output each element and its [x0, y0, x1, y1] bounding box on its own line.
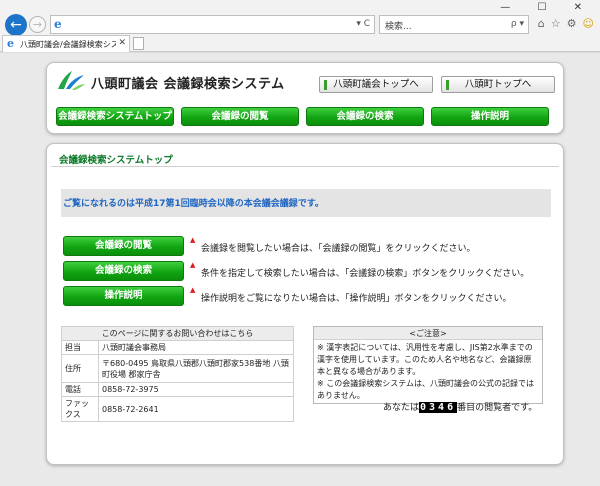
- table-row: 住所 〒680-0495 鳥取県八頭郡八頭町郡家538番地 八頭町役場 郡家庁舎: [61, 354, 294, 383]
- notice-text: ご覧になれるのは平成17第1回臨時会以降の本会議会議録です。: [63, 199, 324, 209]
- contact-heading: このページに関するお問い合わせはこちら: [61, 326, 294, 341]
- town-top-link[interactable]: 八頭町トップへ: [441, 76, 555, 93]
- view-minutes-button[interactable]: 会議録の閲覧: [63, 236, 184, 256]
- view-minutes-description: 会議録を閲覧したい場合は、「会議録の閲覧」をクリックください。: [201, 244, 476, 254]
- browser-chrome: ← → e ▾ C 検索... ρ ▾ — ☐ ✕ ⌂ ☆ ⚙ ☺ e 八頭町議会/会…: [0, 0, 600, 52]
- contact-label: 担当: [61, 340, 99, 355]
- visitor-counter: 0346: [419, 402, 458, 413]
- search-input[interactable]: 検索... ρ ▾: [379, 15, 529, 34]
- address-bar[interactable]: e ▾ C: [50, 15, 375, 34]
- caution-body: ※ 漢字表記については、汎用性を考慮し、JIS第2水準までの漢字を使用しています…: [314, 340, 542, 404]
- contact-value: 八頭町議会事務局: [98, 340, 294, 355]
- search-placeholder: 検索...: [385, 22, 412, 32]
- contact-table: このページに関するお問い合わせはこちら 担当 八頭町議会事務局 住所 〒680-…: [61, 326, 294, 422]
- council-top-link-label: 八頭町議会トップへ: [333, 79, 419, 90]
- link-marker-icon: [324, 80, 327, 90]
- caution-box: <ご注意> ※ 漢字表記については、汎用性を考慮し、JIS第2水準までの漢字を使…: [313, 326, 543, 404]
- tab-title: 八頭町議会/会議録検索シス...: [20, 40, 116, 49]
- link-marker-icon: [446, 80, 449, 90]
- arrow-icon: ▲: [190, 261, 196, 269]
- new-tab-button[interactable]: [133, 37, 144, 50]
- contact-value: 0858-72-3975: [98, 382, 294, 397]
- instructions-button[interactable]: 操作説明: [63, 286, 184, 306]
- content-panel: 会議録検索システムトップ ご覧になれるのは平成17第1回臨時会以降の本会議会議録…: [46, 143, 564, 465]
- smiley-feedback-icon[interactable]: ☺: [583, 17, 594, 30]
- settings-gear-icon[interactable]: ⚙: [567, 17, 577, 30]
- arrow-icon: ▲: [190, 236, 196, 244]
- tab-ie-icon: e: [7, 37, 14, 50]
- visitor-counter-line: あなたは0346番目の閲覧者です。: [383, 400, 537, 413]
- favorites-star-icon[interactable]: ☆: [551, 17, 561, 30]
- nav-search-minutes[interactable]: 会議録の検索: [306, 107, 424, 126]
- instructions-description: 操作説明をご覧になりたい場合は、「操作説明」ボタンをクリックください。: [201, 294, 512, 304]
- notice-box: ご覧になれるのは平成17第1回臨時会以降の本会議会議録です。: [61, 189, 551, 217]
- search-minutes-button[interactable]: 会議録の検索: [63, 261, 184, 281]
- nav-system-top[interactable]: 会議録検索システムトップ: [56, 107, 174, 126]
- back-arrow-icon[interactable]: ←: [5, 14, 27, 36]
- contact-label: 住所: [61, 354, 99, 383]
- counter-suffix: 番目の閲覧者です。: [457, 403, 538, 413]
- nav-view-minutes[interactable]: 会議録の閲覧: [181, 107, 299, 126]
- toolbar-icons: ⌂ ☆ ⚙ ☺: [532, 17, 594, 30]
- nav-instructions[interactable]: 操作説明: [431, 107, 549, 126]
- window-controls[interactable]: — ☐ ✕: [500, 2, 594, 13]
- contact-value: 0858-72-2641: [98, 396, 294, 422]
- table-row: ファックス 0858-72-2641: [61, 396, 294, 422]
- search-minutes-description: 条件を指定して検索したい場合は、「会議録の検索」ボタンをクリックください。: [201, 269, 530, 279]
- contact-label: ファックス: [61, 396, 99, 422]
- ie-logo-icon: e: [54, 17, 62, 31]
- search-icon[interactable]: ρ ▾: [511, 19, 524, 29]
- contact-label: 電話: [61, 382, 99, 397]
- refresh-icon[interactable]: ▾ C: [356, 19, 370, 29]
- table-row: 担当 八頭町議会事務局: [61, 340, 294, 355]
- table-row: 電話 0858-72-3975: [61, 382, 294, 397]
- tab-close-icon[interactable]: ✕: [118, 38, 126, 48]
- contact-value: 〒680-0495 鳥取県八頭郡八頭町郡家538番地 八頭町役場 郡家庁舎: [98, 354, 294, 383]
- town-logo-icon: [58, 71, 85, 90]
- home-icon[interactable]: ⌂: [538, 17, 545, 30]
- arrow-icon: ▲: [190, 286, 196, 294]
- browser-tab[interactable]: e 八頭町議会/会議録検索シス... ✕: [2, 35, 130, 52]
- counter-prefix: あなたは: [383, 403, 420, 413]
- town-top-link-label: 八頭町トップへ: [464, 79, 532, 90]
- caution-heading: <ご注意>: [314, 327, 542, 340]
- caution-line: ※ この会議録検索システムは、八頭町議会の公式の記録ではありません。: [317, 379, 535, 400]
- caution-line: ※ 漢字表記については、汎用性を考慮し、JIS第2水準までの漢字を使用しています…: [317, 343, 533, 376]
- header-panel: 八頭町議会 会議録検索システム 八頭町議会トップへ 八頭町トップへ 会議録検索シ…: [46, 62, 564, 134]
- council-top-link[interactable]: 八頭町議会トップへ: [319, 76, 433, 93]
- section-divider: [51, 166, 559, 167]
- forward-arrow-icon[interactable]: →: [29, 16, 46, 33]
- site-title: 八頭町議会 会議録検索システム: [91, 77, 285, 92]
- section-title: 会議録検索システムトップ: [59, 155, 173, 166]
